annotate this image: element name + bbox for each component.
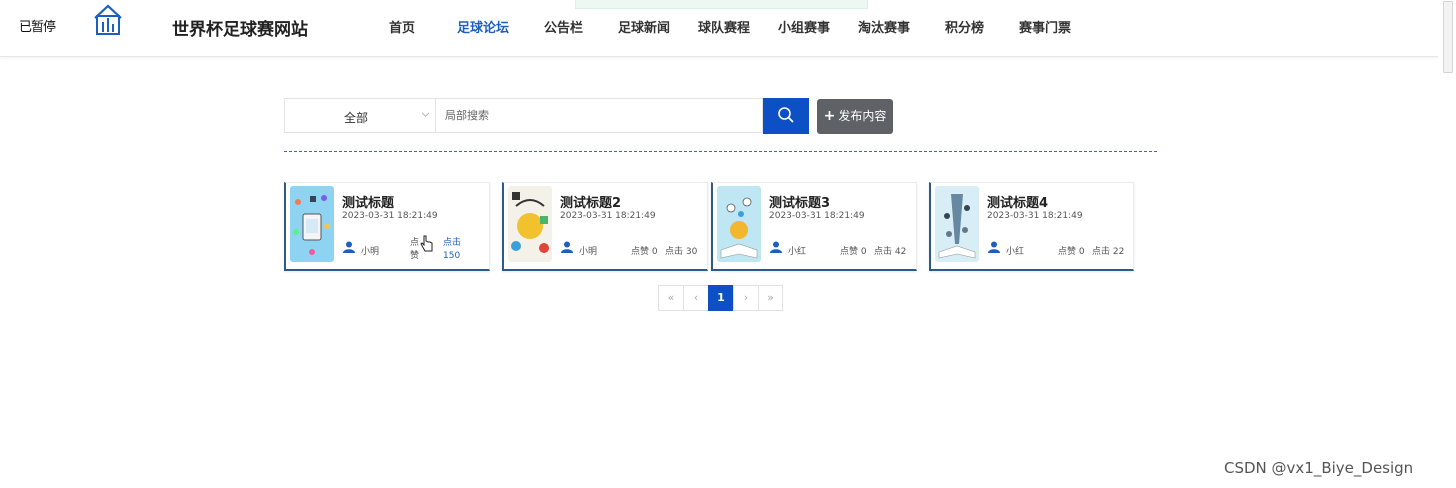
category-select-value: 全部 xyxy=(344,111,369,125)
nav-item-knockout[interactable]: 淘汰赛事 xyxy=(858,17,910,36)
post-thumbnail xyxy=(935,186,979,262)
plus-icon: + xyxy=(823,108,836,124)
post-likes: 点赞 0 xyxy=(1058,247,1085,257)
search-button[interactable] xyxy=(763,98,809,134)
nav-item-football-news[interactable]: 足球新闻 xyxy=(618,17,670,36)
main-nav: 首页 足球论坛 公告栏 足球新闻 球队赛程 小组赛事 淘汰赛事 积分榜 赛事门票 xyxy=(0,17,1456,37)
divider xyxy=(284,151,1157,152)
chevron-down-icon xyxy=(422,112,429,117)
search-input[interactable] xyxy=(436,98,763,133)
scrollbar-thumb[interactable] xyxy=(1443,1,1453,73)
post-card[interactable]: 测试标题 2023-03-31 18:21:49 小明 点赞 点击 150 xyxy=(284,182,490,271)
post-title[interactable]: 测试标题 xyxy=(342,192,394,211)
post-author: 小红 xyxy=(788,247,807,257)
post-date: 2023-03-31 18:21:49 xyxy=(769,211,865,221)
nav-item-notice-board[interactable]: 公告栏 xyxy=(544,17,583,36)
publish-button[interactable]: + 发布内容 xyxy=(817,99,893,134)
scrollbar-track[interactable] xyxy=(1438,0,1456,488)
post-date: 2023-03-31 18:21:49 xyxy=(560,211,656,221)
hand-pointer-icon xyxy=(420,235,433,252)
post-title[interactable]: 测试标题3 xyxy=(769,192,830,211)
post-card[interactable]: 测试标题4 2023-03-31 18:21:49 小红 点赞 0 点击 22 xyxy=(929,182,1134,271)
next-page-button[interactable]: › xyxy=(733,285,759,311)
nav-item-forum[interactable]: 足球论坛 xyxy=(457,17,509,36)
user-icon xyxy=(988,241,1000,253)
post-thumbnail xyxy=(508,186,552,262)
post-clicks: 点击 22 xyxy=(1092,247,1125,257)
post-date: 2023-03-31 18:21:49 xyxy=(987,211,1083,221)
category-select[interactable]: 全部 xyxy=(284,98,436,133)
user-icon xyxy=(561,241,573,253)
post-title[interactable]: 测试标题2 xyxy=(560,192,621,211)
post-thumbnail xyxy=(717,186,761,262)
search-icon xyxy=(778,106,794,123)
publish-button-label: 发布内容 xyxy=(838,109,887,123)
post-likes: 点赞 0 xyxy=(631,247,658,257)
post-likes: 点赞 0 xyxy=(840,247,867,257)
post-thumbnail xyxy=(290,186,334,262)
post-author: 小红 xyxy=(1006,247,1025,257)
post-title[interactable]: 测试标题4 xyxy=(987,192,1048,211)
nav-item-tickets[interactable]: 赛事门票 xyxy=(1019,17,1071,36)
post-card[interactable]: 测试标题2 2023-03-31 18:21:49 小明 点赞 0 点击 30 xyxy=(502,182,708,271)
post-card[interactable]: 测试标题3 2023-03-31 18:21:49 小红 点赞 0 点击 42 xyxy=(711,182,917,271)
post-author: 小明 xyxy=(579,247,598,257)
notification-toast xyxy=(575,0,868,9)
nav-item-standings[interactable]: 积分榜 xyxy=(945,17,984,36)
last-page-button[interactable]: » xyxy=(758,285,783,311)
watermark-text: CSDN @vx1_Biye_Design xyxy=(1224,459,1414,477)
post-clicks: 点击 30 xyxy=(665,247,698,257)
nav-item-home[interactable]: 首页 xyxy=(389,17,415,36)
page-button-current[interactable]: 1 xyxy=(708,285,734,311)
first-page-button[interactable]: « xyxy=(658,285,684,311)
user-icon xyxy=(770,241,782,253)
post-author: 小明 xyxy=(361,247,380,257)
post-date: 2023-03-31 18:21:49 xyxy=(342,211,438,221)
nav-item-group-stage[interactable]: 小组赛事 xyxy=(778,17,830,36)
post-clicks: 点击 42 xyxy=(874,247,907,257)
user-icon xyxy=(343,241,355,253)
prev-page-button[interactable]: ‹ xyxy=(683,285,709,311)
nav-item-team-schedule[interactable]: 球队赛程 xyxy=(698,17,750,36)
post-clicks: 点击 150 xyxy=(443,238,462,261)
